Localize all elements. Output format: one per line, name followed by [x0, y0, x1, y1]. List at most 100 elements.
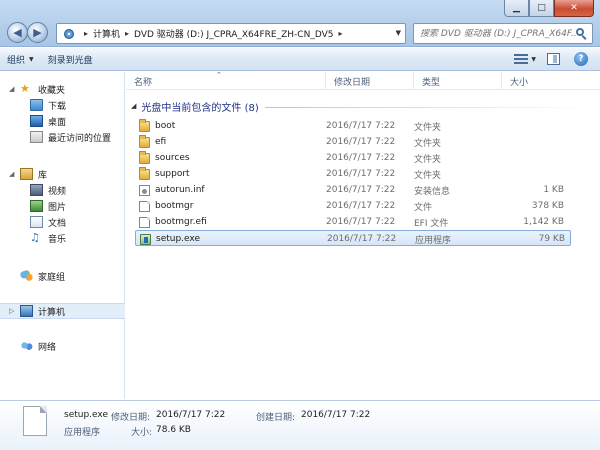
group-divider: [264, 106, 592, 108]
breadcrumb-dvd-drive[interactable]: DVD 驱动器 (D:) J_CPRA_X64FRE_ZH-CN_DV5: [134, 27, 333, 40]
breadcrumb-separator[interactable]: ▸: [84, 29, 88, 38]
nav-homegroup[interactable]: 家庭组: [0, 268, 125, 284]
file-icon: [139, 216, 150, 228]
computer-group: ▷ 计算机: [0, 303, 125, 319]
setup-info-icon: [139, 184, 150, 196]
file-type: 安装信息: [414, 186, 451, 197]
search-input[interactable]: [420, 28, 576, 39]
file-row[interactable]: bootmgr 2016/7/17 7:22 文件 378 KB: [135, 198, 571, 214]
search-icon[interactable]: [576, 28, 588, 40]
nav-network[interactable]: 网络: [0, 338, 125, 354]
file-row-selected[interactable]: setup.exe 2016/7/17 7:22 应用程序 79 KB: [135, 230, 571, 246]
chevron-down-icon: ▼: [29, 55, 34, 63]
minimize-button[interactable]: ▁: [504, 0, 529, 17]
file-row[interactable]: support 2016/7/17 7:22 文件夹: [135, 166, 571, 182]
file-list-pane: ⌃ 名称 修改日期 类型 大小 ◢ 光盘中当前包含的文件 (8) boot 20…: [126, 71, 600, 399]
network-icon: [20, 340, 33, 352]
column-header-date[interactable]: 修改日期: [326, 72, 414, 90]
nav-item-label: 图片: [48, 202, 67, 213]
file-row[interactable]: sources 2016/7/17 7:22 文件夹: [135, 150, 571, 166]
file-row[interactable]: efi 2016/7/17 7:22 文件夹: [135, 134, 571, 150]
nav-item-pictures[interactable]: 图片: [0, 198, 125, 214]
details-size-value: 78.6 KB: [156, 425, 191, 435]
nav-item-desktop[interactable]: 桌面: [0, 113, 125, 129]
burn-label: 刻录到光盘: [47, 55, 93, 66]
nav-favorites[interactable]: ◢ ★ 收藏夹: [0, 81, 125, 97]
computer-icon: [20, 305, 33, 317]
chevron-down-icon[interactable]: ◢: [9, 170, 14, 178]
breadcrumb-computer[interactable]: 计算机: [93, 27, 120, 40]
details-modified-value: 2016/7/17 7:22: [156, 410, 226, 420]
nav-item-label: 下载: [48, 101, 67, 112]
window-title-bar: ▁ □ ✕ ◀ ▶ ▸ 计算机 ▸ DVD 驱动器 (D:) J_CPRA_X6…: [0, 0, 600, 47]
file-date: 2016/7/17 7:22: [326, 217, 396, 227]
forward-button[interactable]: ▶: [27, 22, 48, 43]
column-label: 修改日期: [334, 77, 371, 88]
search-box[interactable]: [413, 23, 593, 44]
toolbar-right-group: ▼ ?: [514, 50, 592, 68]
organize-button[interactable]: 组织 ▼: [0, 49, 41, 69]
file-group-header[interactable]: ◢ 光盘中当前包含的文件 (8): [126, 98, 592, 114]
star-icon: ★: [20, 82, 30, 95]
nav-item-videos[interactable]: 视频: [0, 182, 125, 198]
chevron-down-icon[interactable]: ◢: [9, 85, 14, 93]
nav-item-label: 文档: [48, 218, 67, 229]
folder-icon: [139, 134, 150, 148]
nav-item-downloads[interactable]: 下载: [0, 97, 125, 113]
file-row[interactable]: autorun.inf 2016/7/17 7:22 安装信息 1 KB: [135, 182, 571, 198]
file-row[interactable]: boot 2016/7/17 7:22 文件夹: [135, 118, 571, 134]
file-size: [502, 134, 564, 150]
navigation-pane: ◢ ★ 收藏夹 下载 桌面 最近访问的位置 ◢ 库 视频 图片 文档 ♫ 音乐 …: [0, 72, 125, 399]
file-type: 应用程序: [415, 235, 452, 246]
nav-computer[interactable]: ▷ 计算机: [0, 303, 125, 319]
address-bar[interactable]: ▸ 计算机 ▸ DVD 驱动器 (D:) J_CPRA_X64FRE_ZH-CN…: [56, 23, 406, 44]
help-button[interactable]: ?: [570, 50, 592, 68]
folder-icon: [139, 166, 150, 180]
breadcrumb-separator[interactable]: ▸: [125, 29, 129, 38]
preview-pane-icon: [546, 53, 560, 65]
downloads-folder-icon: [30, 99, 43, 111]
help-icon: ?: [574, 52, 588, 66]
chevron-down-icon: ◢: [131, 102, 137, 110]
file-date: 2016/7/17 7:22: [326, 185, 396, 195]
file-name: autorun.inf: [155, 185, 205, 195]
file-name: boot: [155, 121, 176, 131]
file-row[interactable]: bootmgr.efi 2016/7/17 7:22 EFI 文件 1,142 …: [135, 214, 571, 230]
preview-pane-button[interactable]: [542, 50, 564, 68]
file-type: 文件夹: [414, 154, 442, 165]
details-modified-label: 修改日期:: [111, 413, 151, 423]
nav-item-recent-places[interactable]: 最近访问的位置: [0, 129, 125, 145]
file-size: 1,142 KB: [523, 217, 564, 227]
chevron-down-icon[interactable]: ▼: [396, 29, 401, 37]
column-header-name[interactable]: ⌃ 名称: [126, 71, 326, 90]
file-date: 2016/7/17 7:22: [326, 153, 396, 163]
column-header-size[interactable]: 大小: [502, 72, 580, 90]
music-icon: ♫: [30, 231, 40, 244]
file-size: 378 KB: [531, 201, 564, 211]
nav-item-label: 桌面: [48, 117, 67, 128]
nav-item-documents[interactable]: 文档: [0, 214, 125, 230]
nav-item-label: 视频: [48, 186, 67, 197]
burn-to-disc-button[interactable]: 刻录到光盘: [41, 49, 100, 69]
change-view-button[interactable]: ▼: [514, 50, 536, 68]
chevron-right-icon[interactable]: ▷: [9, 307, 14, 315]
dvd-drive-icon: [61, 27, 77, 40]
file-size: [502, 166, 564, 182]
libraries-group: ◢ 库 视频 图片 文档 ♫ 音乐: [0, 166, 125, 246]
window-controls: ▁ □ ✕: [504, 0, 594, 18]
breadcrumb-separator[interactable]: ▸: [338, 29, 342, 38]
library-icon: [20, 168, 33, 180]
close-button[interactable]: ✕: [554, 0, 594, 17]
nav-libraries-label: 库: [38, 170, 48, 181]
command-bar: 组织 ▼ 刻录到光盘 ▼ ?: [0, 48, 600, 71]
file-size: [502, 150, 564, 166]
back-button[interactable]: ◀: [7, 22, 28, 43]
file-type: 文件: [414, 202, 433, 213]
column-header-type[interactable]: 类型: [414, 72, 502, 90]
column-label: 类型: [422, 77, 441, 88]
favorites-group: ◢ ★ 收藏夹 下载 桌面 最近访问的位置: [0, 81, 125, 145]
nav-item-music[interactable]: ♫ 音乐: [0, 230, 125, 246]
nav-libraries[interactable]: ◢ 库: [0, 166, 125, 182]
file-size: 79 KB: [538, 234, 565, 244]
maximize-button[interactable]: □: [529, 0, 554, 17]
